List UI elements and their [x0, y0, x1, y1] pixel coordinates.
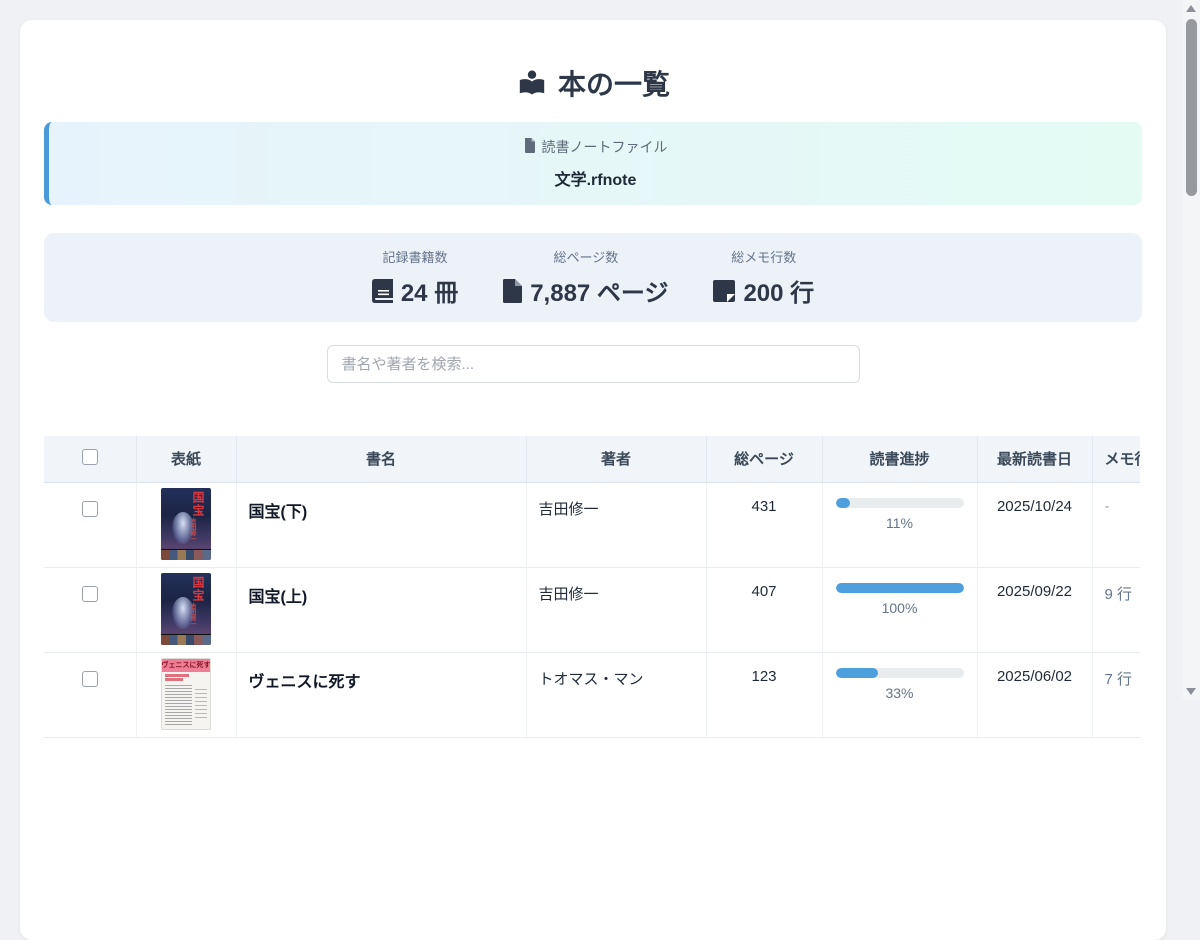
note-file-label: 読書ノートファイル — [542, 137, 668, 157]
header-cover: 表紙 — [136, 436, 236, 482]
header-memo: メモ行数 — [1092, 436, 1140, 482]
book-pages: 123 — [706, 652, 822, 737]
cover-author-text: 吉田修一 — [189, 603, 195, 627]
note-file-name: 文学.rfnote — [555, 166, 637, 190]
cover-title-text: 国宝 — [192, 576, 204, 602]
progress-label: 100% — [836, 600, 964, 616]
book-progress: 100% — [822, 567, 977, 652]
book-author: 吉田修一 — [526, 482, 706, 567]
book-memo: 7 行 — [1092, 652, 1140, 737]
cover-title-text: ヴェニスに死す — [162, 659, 210, 672]
stat-memos-label: 総メモ行数 — [731, 247, 796, 266]
stats-box: 記録書籍数 24 冊 総ページ数 — [44, 233, 1142, 322]
book-cover-image: ヴェニスに死す — [161, 658, 211, 730]
progress-bar — [836, 498, 964, 508]
book-author: 吉田修一 — [526, 567, 706, 652]
progress-label: 33% — [836, 685, 964, 701]
header-pages: 総ページ — [706, 436, 822, 482]
row-checkbox[interactable] — [82, 586, 98, 602]
memo-icon — [713, 280, 735, 302]
row-checkbox[interactable] — [82, 671, 98, 687]
note-file-box: 読書ノートファイル 文学.rfnote — [44, 122, 1142, 205]
page-title: 本の一覧 — [44, 20, 1142, 102]
table-header-row: 表紙 書名 著者 総ページ 読書進捗 最新読書日 メモ行数 — [44, 436, 1140, 482]
stat-memos: 総メモ行数 200 行 — [713, 247, 814, 308]
scroll-up-arrow-icon[interactable] — [1186, 5, 1196, 12]
book-cover-image: 国宝 吉田修一 — [161, 488, 211, 560]
file-icon — [524, 138, 536, 156]
stat-memos-value: 200 行 — [743, 273, 814, 308]
header-author: 著者 — [526, 436, 706, 482]
stat-pages-value: 7,887 ページ — [530, 273, 668, 308]
book-title: 国宝(上) — [236, 567, 526, 652]
scrollbar-thumb[interactable] — [1186, 19, 1197, 196]
row-checkbox[interactable] — [82, 501, 98, 517]
book-progress: 11% — [822, 482, 977, 567]
main-card: 本の一覧 読書ノートファイル 文学.rfnote 記録書籍数 — [20, 20, 1166, 940]
book-icon — [372, 279, 393, 303]
stat-pages: 総ページ数 7,887 ページ — [503, 247, 668, 308]
book-memo: 9 行 — [1092, 567, 1140, 652]
header-progress: 読書進捗 — [822, 436, 977, 482]
progress-bar — [836, 583, 964, 593]
book-last-read: 2025/10/24 — [977, 482, 1092, 567]
book-title: 国宝(下) — [236, 482, 526, 567]
cover-side-lines — [195, 689, 207, 719]
cover-text-block — [165, 685, 192, 725]
stat-books-value: 24 冊 — [401, 273, 458, 308]
page-title-text: 本の一覧 — [558, 68, 670, 102]
progress-label: 11% — [836, 515, 964, 531]
book-last-read: 2025/09/22 — [977, 567, 1092, 652]
book-last-read: 2025/06/02 — [977, 652, 1092, 737]
stat-pages-label: 総ページ数 — [553, 247, 618, 266]
book-pages: 431 — [706, 482, 822, 567]
progress-bar — [836, 668, 964, 678]
book-memo: - — [1092, 482, 1140, 567]
stat-books: 記録書籍数 24 冊 — [372, 247, 458, 308]
cover-title-text: 国宝 — [192, 491, 204, 517]
book-author: トオマス・マン — [526, 652, 706, 737]
cover-photo-strip — [161, 549, 211, 560]
table-row: ヴェニスに死す ヴェニスに死す トオマス・マン 123 — [44, 652, 1140, 737]
cover-photo-strip — [161, 634, 211, 645]
book-title: ヴェニスに死す — [236, 652, 526, 737]
cover-redline — [165, 678, 183, 681]
table-row: 国宝 吉田修一 国宝(上) 吉田修一 407 100% — [44, 567, 1140, 652]
header-last-read: 最新読書日 — [977, 436, 1092, 482]
select-all-checkbox[interactable] — [82, 449, 98, 465]
cover-redline — [165, 674, 189, 677]
select-all-header — [44, 436, 136, 482]
vertical-scrollbar[interactable] — [1183, 0, 1200, 700]
book-pages: 407 — [706, 567, 822, 652]
books-table: 表紙 書名 著者 総ページ 読書進捗 最新読書日 メモ行数 国宝 — [44, 436, 1140, 738]
scroll-down-arrow-icon[interactable] — [1186, 688, 1196, 695]
cover-author-text: 吉田修一 — [189, 518, 195, 542]
table-row: 国宝 吉田修一 国宝(下) 吉田修一 431 11% — [44, 482, 1140, 567]
book-progress: 33% — [822, 652, 977, 737]
stat-books-label: 記録書籍数 — [383, 247, 448, 266]
book-reader-icon — [516, 70, 548, 100]
header-title: 書名 — [236, 436, 526, 482]
book-cover-image: 国宝 吉田修一 — [161, 573, 211, 645]
search-input[interactable] — [327, 345, 860, 383]
page-icon — [503, 279, 522, 303]
